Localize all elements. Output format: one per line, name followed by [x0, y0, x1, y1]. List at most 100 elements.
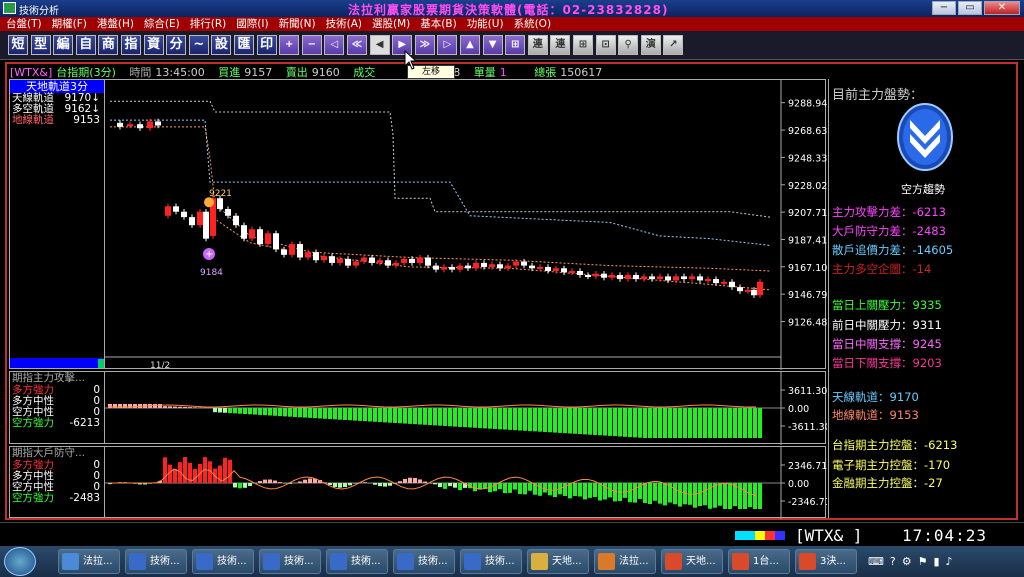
ind-bar [193, 468, 197, 483]
tray-network-icon[interactable]: ▮ [933, 555, 939, 568]
menu-item-7[interactable]: 技術(A) [326, 17, 362, 31]
menu-item-3[interactable]: 綜合(E) [144, 17, 180, 31]
toolbar-button-4[interactable]: 商 [98, 35, 119, 55]
buy-value: 9157 [244, 66, 273, 79]
tray-volume-icon[interactable]: ♪ [946, 555, 953, 568]
candle-body [401, 258, 407, 263]
taskbar-item-10[interactable]: 1台... [728, 549, 790, 574]
taskbar-item-4[interactable]: 技術... [326, 549, 388, 574]
taskbar-item-label: 3決... [820, 556, 846, 567]
ind-bar [738, 483, 742, 509]
menu-item-5[interactable]: 國際(I) [236, 17, 268, 31]
toolbar-button-23[interactable]: 連 [527, 35, 548, 55]
tray-settings-icon[interactable]: ⚙ [902, 555, 912, 568]
menu-item-4[interactable]: 排行(R) [190, 17, 227, 31]
taskbar-item-2[interactable]: 技術... [192, 549, 254, 574]
ind-bar [268, 408, 272, 416]
taskbar-item-5[interactable]: 技術... [393, 549, 455, 574]
main-force-attack-pane[interactable]: 期指主力攻擊... 多方強力 0 多方中性 0 空方中性 0 空方強力 -6213 3611.… [9, 371, 827, 445]
ind-bar [623, 408, 627, 437]
toolbar-button-14[interactable]: ◁ [324, 35, 345, 55]
menu-item-11[interactable]: 系統(O) [514, 17, 551, 31]
symbol-name: 台指期(3分) [56, 66, 116, 79]
menu-item-9[interactable]: 基本(B) [420, 17, 456, 31]
ind-bar [698, 483, 702, 507]
taskbar-app-icon [263, 553, 280, 570]
toolbar-button-20[interactable]: ▲ [460, 35, 480, 55]
big-player-defense-pane[interactable]: 期指大戶防守... 多方強力 0 多方中性 0 空方中性 0 空方強力 -2483 2346.… [9, 446, 827, 519]
tray-flag-icon[interactable]: ⚑ [918, 555, 928, 568]
ind-bar [493, 408, 497, 429]
taskbar-item-7[interactable]: 天地... [527, 549, 589, 574]
toolbar-button-12[interactable]: + [279, 35, 300, 55]
total-label: 總張 [534, 66, 557, 79]
ind-bar [598, 408, 602, 436]
minimize-button[interactable]: − [932, 1, 956, 15]
toolbar-button-10[interactable]: 匯 [234, 35, 254, 55]
toolbar-button-0[interactable]: 短 [8, 35, 28, 55]
candle-body [481, 262, 487, 267]
toolbar-button-7[interactable]: 分 [166, 35, 187, 55]
toolbar-button-6[interactable]: 資 [143, 35, 164, 55]
taskbar-item-1[interactable]: 技術... [125, 549, 187, 574]
toolbar-button-5[interactable]: 指 [121, 35, 141, 55]
menu-item-10[interactable]: 功能(U) [467, 17, 504, 31]
toolbar-button-26[interactable]: ⊡ [595, 35, 616, 55]
toolbar-button-3[interactable]: 自 [75, 35, 96, 55]
price-tick-label: 9248.33 [788, 153, 827, 164]
menu-item-1[interactable]: 期權(F) [52, 17, 87, 31]
taskbar-item-3[interactable]: 技術... [259, 549, 321, 574]
status-symbol-code: WTX& [804, 526, 844, 545]
toolbar-button-1[interactable]: 型 [30, 35, 51, 55]
toolbar-button-27[interactable]: ⚲ [618, 35, 639, 55]
menu-item-6[interactable]: 新聞(N) [279, 17, 316, 31]
trend-label: 空方趨勢 [901, 183, 945, 196]
ind-bar [408, 408, 412, 424]
maximize-button[interactable]: ▭ [958, 1, 982, 15]
menu-item-0[interactable]: 台盤(T) [6, 17, 42, 31]
taskbar-item-6[interactable]: 技術... [460, 549, 522, 574]
ind-bar [733, 408, 737, 438]
taskbar-item-0[interactable]: 法拉... [58, 549, 120, 574]
toolbar-button-8[interactable]: ~ [188, 35, 209, 55]
right-item-0: 主力攻擊力差：-6213 [832, 205, 946, 219]
ind-bar [263, 408, 267, 416]
start-button[interactable] [4, 547, 36, 576]
ind-bar [348, 408, 352, 421]
candle-body [249, 229, 255, 239]
price-chart-pane[interactable]: 天地軌道3分 天線軌道 9170↓ 多空軌道 9162↓ 地線軌道 9153 9288.9… [9, 79, 827, 370]
menu-item-2[interactable]: 港盤(H) [97, 17, 134, 31]
toolbar-button-28[interactable]: 演 [640, 35, 661, 55]
ind-bar [338, 408, 342, 420]
taskbar-item-9[interactable]: 天地... [661, 549, 723, 574]
close-button[interactable]: ✕ [984, 1, 1020, 15]
high-annotation: 9221 [209, 189, 232, 199]
candle-body [203, 211, 209, 239]
menu-item-8[interactable]: 選股(M) [372, 17, 410, 31]
toolbar-button-15[interactable]: ≪ [347, 35, 367, 55]
toolbar-button-25[interactable]: ⊞ [573, 35, 593, 55]
taskbar-item-11[interactable]: 3決... [795, 549, 857, 574]
toolbar-button-22[interactable]: ⊞ [505, 35, 526, 55]
ind-bar [478, 408, 482, 429]
ind-bar [188, 407, 192, 408]
ind-bar [453, 483, 457, 488]
toolbar-button-19[interactable]: ▷ [437, 35, 458, 55]
taskbar-app-icon [129, 553, 146, 570]
toolbar-button-21[interactable]: ▼ [482, 35, 503, 55]
toolbar-button-2[interactable]: 編 [53, 35, 74, 55]
taskbar-item-8[interactable]: 法拉... [594, 549, 656, 574]
toolbar-button-11[interactable]: 印 [256, 35, 277, 55]
candle-body [225, 209, 231, 216]
toolbar-button-13[interactable]: − [301, 35, 322, 55]
ind-bar [538, 483, 542, 496]
ind-bar [558, 408, 562, 433]
tray-help-icon[interactable]: ? [890, 555, 896, 568]
toolbar-button-24[interactable]: 連 [550, 35, 571, 55]
toolbar-button-29[interactable]: ↗ [663, 35, 684, 55]
tray-keyboard-icon[interactable]: ⌨ [868, 555, 884, 568]
toolbar-button-16[interactable]: ◀ [369, 35, 390, 55]
ind-bar [278, 408, 282, 417]
candle-body [385, 260, 391, 266]
toolbar-button-9[interactable]: 設 [211, 35, 232, 55]
